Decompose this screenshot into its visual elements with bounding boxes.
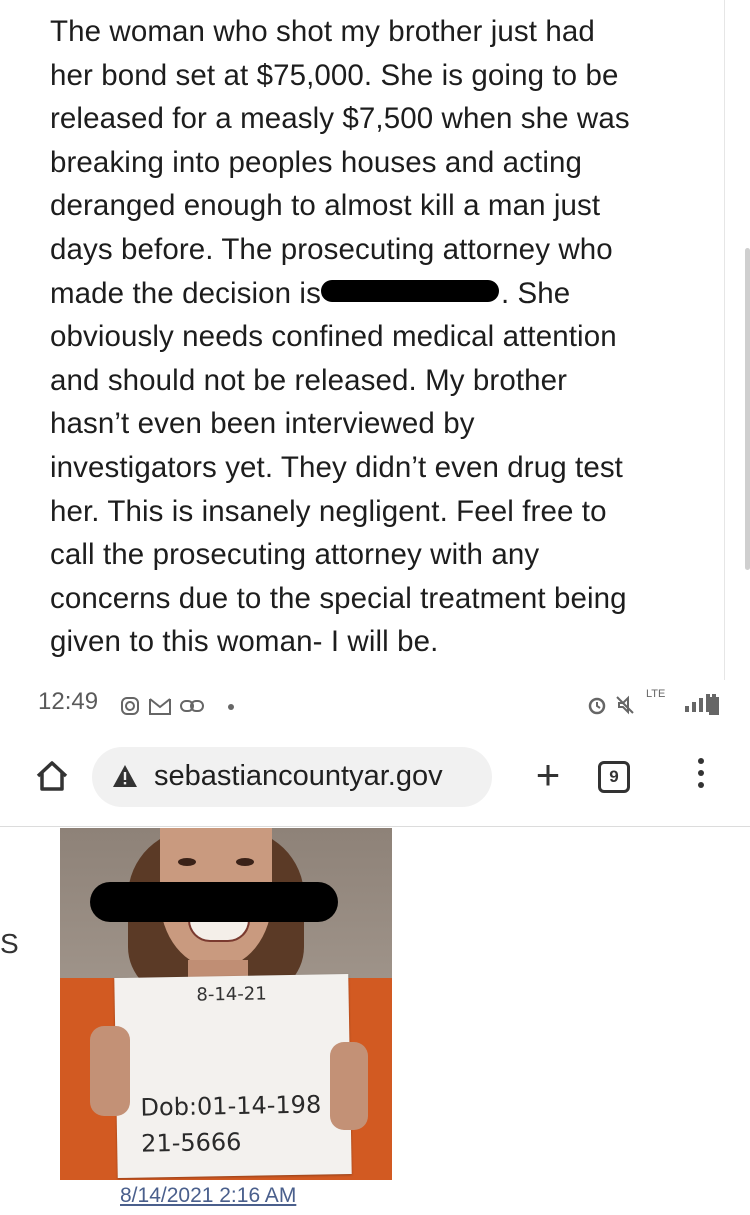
scrollbar-thumb[interactable] (745, 248, 750, 570)
post-line: obviously needs confined medical attenti… (50, 320, 617, 354)
post-line: her bond set at $75,000. She is going to… (50, 58, 619, 92)
post-line-part: . She (500, 276, 571, 310)
dot-icon (228, 704, 234, 710)
left-hand (90, 1026, 130, 1116)
left-edge-text: S (0, 928, 19, 959)
status-bar: 12:49 LTE (0, 680, 750, 726)
address-bar[interactable]: sebastiancountyar.gov (92, 747, 492, 807)
post-line: call the prosecuting attorney with any (50, 538, 540, 572)
post-line-part: made the decision is (50, 276, 321, 310)
post-line: The woman who shot my brother just had (50, 15, 595, 48)
instagram-icon (121, 697, 139, 715)
signal-icon (685, 692, 710, 712)
redaction-bar (320, 279, 499, 302)
post-line: and should not be released. My brother (50, 363, 568, 397)
url-text[interactable]: sebastiancountyar.gov (154, 760, 443, 793)
booking-sign: 8-14-21 Dob:01-14-198 21-5666 (114, 973, 352, 1179)
post-line: days before. The prosecuting attorney wh… (50, 232, 613, 266)
sign-dob: Dob:01-14-198 (140, 1090, 322, 1122)
image-timestamp-link[interactable]: 8/14/2021 2:16 AM (120, 1184, 296, 1208)
alarm-icon (588, 697, 606, 715)
post-line: her. This is insanely negligent. Feel fr… (50, 494, 607, 528)
more-menu-icon[interactable] (696, 758, 706, 798)
eye-shape (178, 858, 196, 866)
eye-shape (236, 858, 254, 866)
tab-switcher-button[interactable]: 9 (598, 761, 630, 793)
post-line: investigators yet. They didn’t even drug… (50, 450, 623, 484)
gmail-icon (149, 698, 171, 715)
post-line: hasn’t even been interviewed by (50, 407, 475, 441)
post-line: concerns due to the special treatment be… (50, 581, 627, 615)
post-card: The woman who shot my brother just had h… (0, 0, 750, 680)
mugshot-image: 8-14-21 Dob:01-14-198 21-5666 (60, 828, 392, 1180)
status-time: 12:49 (38, 688, 99, 715)
post-body: The woman who shot my brother just had h… (26, 0, 725, 680)
sign-redaction-bar (90, 882, 338, 922)
post-line: breaking into peoples houses and acting (50, 145, 583, 179)
link-icon (180, 700, 204, 712)
network-type-label: LTE (646, 688, 666, 700)
post-line: released for a measly $7,500 when she wa… (50, 102, 630, 136)
sign-number: 21-5666 (140, 1127, 242, 1158)
post-text: The woman who shot my brother just had h… (50, 10, 720, 664)
post-line: given to this woman- I will be. (50, 625, 439, 659)
battery-icon (709, 694, 719, 715)
home-icon[interactable] (32, 756, 72, 796)
browser-toolbar: sebastiancountyar.gov + 9 (0, 728, 750, 827)
mute-icon (616, 695, 634, 715)
sign-date: 8-14-21 (196, 983, 267, 1006)
not-secure-warning-icon[interactable] (112, 764, 138, 788)
post-line: deranged enough to almost kill a man jus… (50, 189, 601, 223)
post-line-redacted: made the decision is . She (50, 272, 720, 316)
right-hand (330, 1042, 368, 1130)
new-tab-button[interactable]: + (528, 750, 568, 800)
